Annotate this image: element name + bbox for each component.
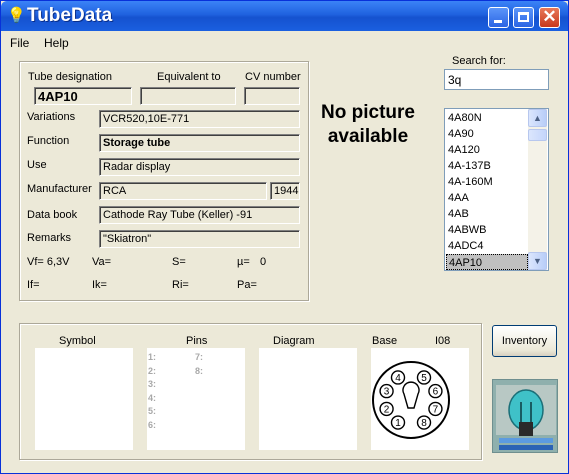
tube-logo-image (492, 379, 558, 453)
inventory-button[interactable]: Inventory (492, 325, 557, 357)
socket-pin-number: 5 (421, 373, 427, 384)
socket-pin-number: 2 (384, 404, 390, 415)
variations-label: Variations (27, 111, 76, 123)
symbol-label: Symbol (59, 335, 96, 347)
diagram-panel (259, 348, 357, 450)
pins-label: Pins (186, 335, 208, 347)
minimize-icon (494, 20, 502, 23)
vf-value: Vf= 6,3V (27, 256, 70, 268)
ik-value: Ik= (92, 279, 107, 291)
socket-key (402, 381, 420, 409)
function-field: Storage tube (99, 134, 300, 152)
scroll-down-button[interactable]: ▼ (528, 252, 547, 270)
equivalent-label: Equivalent to (157, 71, 221, 83)
socket-pin-number: 6 (433, 387, 439, 398)
pin-label: 1: (148, 352, 157, 362)
designation-label: Tube designation (28, 71, 112, 83)
tube-list-item[interactable]: 4ADC4 (446, 238, 528, 254)
databook-label: Data book (27, 209, 78, 221)
databook-field: Cathode Ray Tube (Keller) -91 (99, 206, 300, 224)
pin-label: 5: (148, 406, 157, 416)
close-button[interactable]: ✕ (539, 7, 560, 28)
base-label: Base (372, 335, 398, 347)
pins-panel: 1: 2: 3: 4: 5: 6: 7: 8: (147, 348, 245, 450)
cv-label: CV number (245, 71, 301, 83)
use-label: Use (27, 159, 47, 171)
symbol-panel (35, 348, 133, 450)
base-panel: 12 34 56 78 (371, 348, 469, 450)
function-label: Function (27, 135, 70, 147)
equivalent-field (140, 87, 236, 105)
tube-list-item[interactable]: 4A120 (446, 142, 528, 158)
socket-diagram: 12 34 56 78 (372, 361, 450, 439)
menu-file[interactable]: File (10, 36, 29, 50)
pin-label: 6: (148, 419, 157, 430)
tube-list-item[interactable]: 4A-160M (446, 174, 528, 190)
search-label: Search for: (452, 55, 506, 67)
if-value: If= (27, 279, 40, 291)
diagram-label: Diagram (273, 335, 315, 347)
mu-label: µ= (237, 256, 250, 268)
list-scrollbar[interactable]: ▲ ▼ (528, 109, 547, 270)
tube-list-item[interactable]: 4AB (446, 206, 528, 222)
tube-list-item[interactable]: 4A90 (446, 126, 528, 142)
socket-pin-number: 3 (384, 387, 390, 398)
window-title: TubeData (27, 5, 113, 26)
pin-label: 4: (148, 392, 157, 403)
tube-list-item[interactable]: 4A80N (446, 110, 528, 126)
ri-value: Ri= (172, 279, 189, 291)
pin-label: 7: (195, 352, 204, 362)
pin-label: 2: (148, 365, 157, 376)
title-bar[interactable]: 💡 TubeData ✕ (1, 1, 568, 31)
pin-label: 8: (195, 365, 204, 376)
socket-pin-number: 8 (421, 418, 427, 429)
close-icon: ✕ (542, 7, 557, 26)
base-value: I08 (435, 335, 451, 347)
maximize-icon (518, 12, 529, 22)
mu-value: 0 (260, 256, 267, 268)
search-input[interactable]: 3q (444, 69, 549, 90)
maximize-button[interactable] (513, 7, 534, 28)
designation-field: 4AP10 (34, 87, 132, 105)
manufacturer-label: Manufacturer (27, 183, 92, 195)
scroll-thumb[interactable] (528, 129, 547, 141)
socket-pin-number: 4 (395, 373, 401, 384)
minimize-button[interactable] (488, 7, 509, 28)
tube-list-item[interactable]: 4A-137B (446, 158, 528, 174)
s-value: S= (172, 256, 186, 268)
bulb-icon: 💡 (7, 7, 26, 24)
manufacturer-field: RCA (99, 182, 267, 200)
pin-label: 3: (148, 379, 157, 389)
tube-list-item[interactable]: 4ABWB (446, 222, 528, 238)
main-window: 💡 TubeData ✕ File Help Tube designation … (0, 0, 569, 474)
menu-help[interactable]: Help (44, 36, 69, 50)
tube-list-item[interactable]: 4AA (446, 190, 528, 206)
use-field: Radar display (99, 158, 300, 176)
cv-field (244, 87, 300, 105)
menu-bar: File Help (1, 33, 568, 53)
va-value: Va= (92, 256, 112, 268)
remarks-label: Remarks (27, 232, 72, 244)
remarks-field: "Skiatron" (99, 230, 300, 248)
year-field: 1944 (270, 182, 300, 200)
pa-value: Pa= (237, 279, 257, 291)
variations-field: VCR520,10E-771 (99, 110, 300, 128)
socket-pin-number: 7 (433, 404, 439, 415)
socket-pin-number: 1 (395, 418, 401, 429)
tube-list-item[interactable]: 4AP10 (446, 254, 528, 270)
no-picture-text: No picture available (321, 102, 415, 147)
scroll-up-button[interactable]: ▲ (528, 109, 547, 127)
